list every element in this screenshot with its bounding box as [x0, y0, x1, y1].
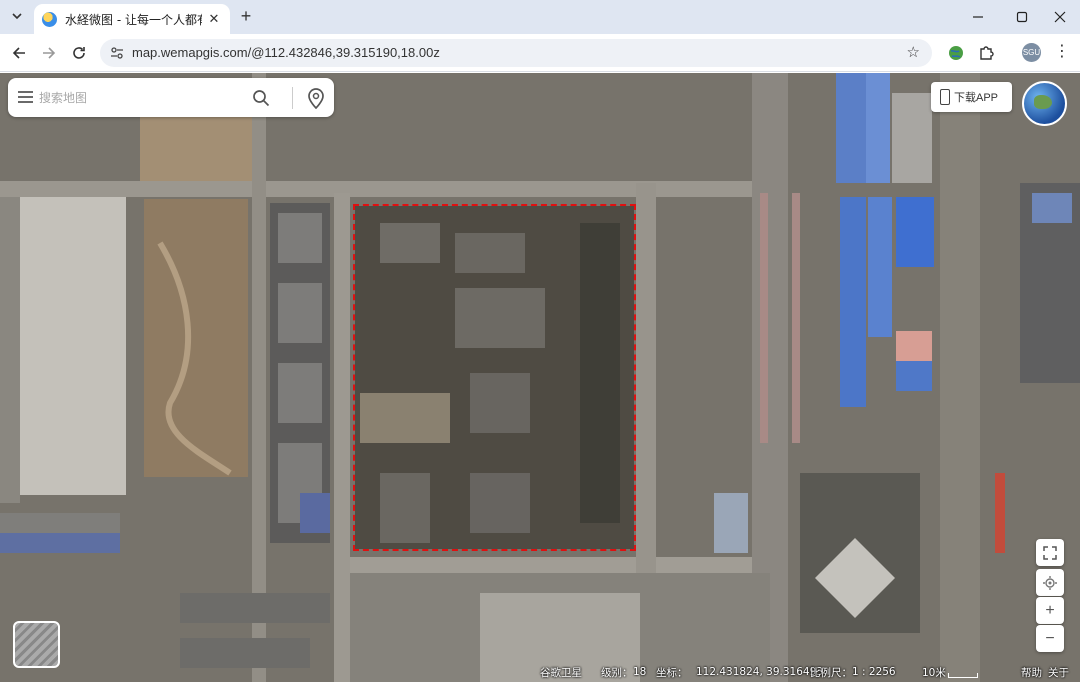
map-search-box [8, 78, 334, 117]
tab-strip: 水経微图 - 让每一个人都有自己 ✕ + [0, 0, 1080, 34]
zoom-out-button[interactable]: − [1036, 625, 1064, 652]
address-bar[interactable]: map.wemapgis.com/@112.432846,39.315190,1… [100, 39, 932, 67]
fullscreen-icon [1043, 545, 1057, 560]
forward-button[interactable] [38, 42, 60, 64]
site-favicon-icon [42, 11, 57, 27]
minimize-button[interactable] [964, 6, 992, 28]
globe-view-button[interactable] [1022, 81, 1067, 126]
fullscreen-button[interactable] [1036, 539, 1064, 566]
globe-icon [1034, 95, 1052, 109]
arrow-left-icon [12, 47, 25, 59]
location-pin-icon[interactable] [307, 87, 325, 109]
search-divider [292, 87, 293, 109]
reload-icon [73, 47, 85, 59]
url-text[interactable]: map.wemapgis.com/@112.432846,39.315190,1… [132, 45, 440, 60]
plus-icon: + [1045, 601, 1055, 619]
locate-button[interactable] [1036, 569, 1064, 596]
profile-avatar[interactable]: SGU [1022, 43, 1041, 62]
level-label: 级别： [601, 666, 633, 679]
coord-value: 112.431824, 39.316493 [696, 666, 823, 678]
browser-menu-icon[interactable]: ⋮ [1054, 43, 1070, 63]
close-window-button[interactable] [1046, 6, 1074, 28]
back-button[interactable] [8, 42, 30, 64]
maximize-button[interactable] [1008, 6, 1036, 28]
help-link[interactable]: 帮助 [1021, 665, 1042, 680]
selection-boundary [353, 204, 636, 551]
download-app-button[interactable]: 下载APP [931, 82, 1012, 112]
download-app-label: 下载APP [954, 92, 999, 104]
browser-tab[interactable]: 水経微图 - 让每一个人都有自己 ✕ [34, 4, 230, 34]
coord-label: 坐标： [656, 666, 688, 679]
browser-window: 水経微图 - 让每一个人都有自己 ✕ + map.wemapgis.com/@1… [0, 0, 1080, 682]
about-link[interactable]: 关于 [1048, 665, 1069, 680]
bookmark-star-icon[interactable]: ☆ [907, 43, 920, 61]
extensions-puzzle-icon[interactable] [976, 43, 996, 63]
new-tab-button[interactable]: + [236, 7, 256, 27]
maximize-icon [1016, 11, 1028, 23]
browser-toolbar: map.wemapgis.com/@112.432846,39.315190,1… [0, 34, 1080, 72]
menu-icon[interactable] [17, 90, 34, 104]
close-icon [1054, 11, 1066, 23]
layer-switcher[interactable] [13, 621, 60, 668]
locate-icon [1043, 575, 1057, 590]
scale-label: 比例尺： [810, 666, 852, 679]
extension-globe-icon[interactable] [946, 43, 966, 63]
scale-value: 1 : 2256 [852, 666, 896, 678]
minus-icon: − [1045, 629, 1055, 647]
arrow-right-icon [43, 47, 56, 59]
satellite-map[interactable]: 下载APP + − 谷歌卫星 级别： 18 坐标： 112.431824, 39… [0, 73, 1080, 682]
tab-close-icon[interactable]: ✕ [206, 11, 222, 27]
map-status-bar: 谷歌卫星 级别： 18 坐标： 112.431824, 39.316493 比例… [0, 662, 1080, 682]
level-value: 18 [633, 666, 647, 678]
map-search-input[interactable] [39, 87, 239, 109]
search-icon[interactable] [252, 89, 270, 107]
scale-bar [948, 673, 978, 678]
scale-text: 10米 [922, 666, 946, 679]
site-info-icon[interactable] [110, 46, 124, 60]
zoom-in-button[interactable]: + [1036, 597, 1064, 624]
tab-title: 水経微图 - 让每一个人都有自己 [65, 12, 202, 27]
minimize-icon [973, 16, 983, 18]
tab-search-button[interactable] [6, 5, 28, 27]
reload-button[interactable] [68, 42, 90, 64]
layer-name: 谷歌卫星 [540, 666, 582, 679]
phone-icon [940, 89, 950, 105]
chevron-down-icon [12, 13, 22, 20]
